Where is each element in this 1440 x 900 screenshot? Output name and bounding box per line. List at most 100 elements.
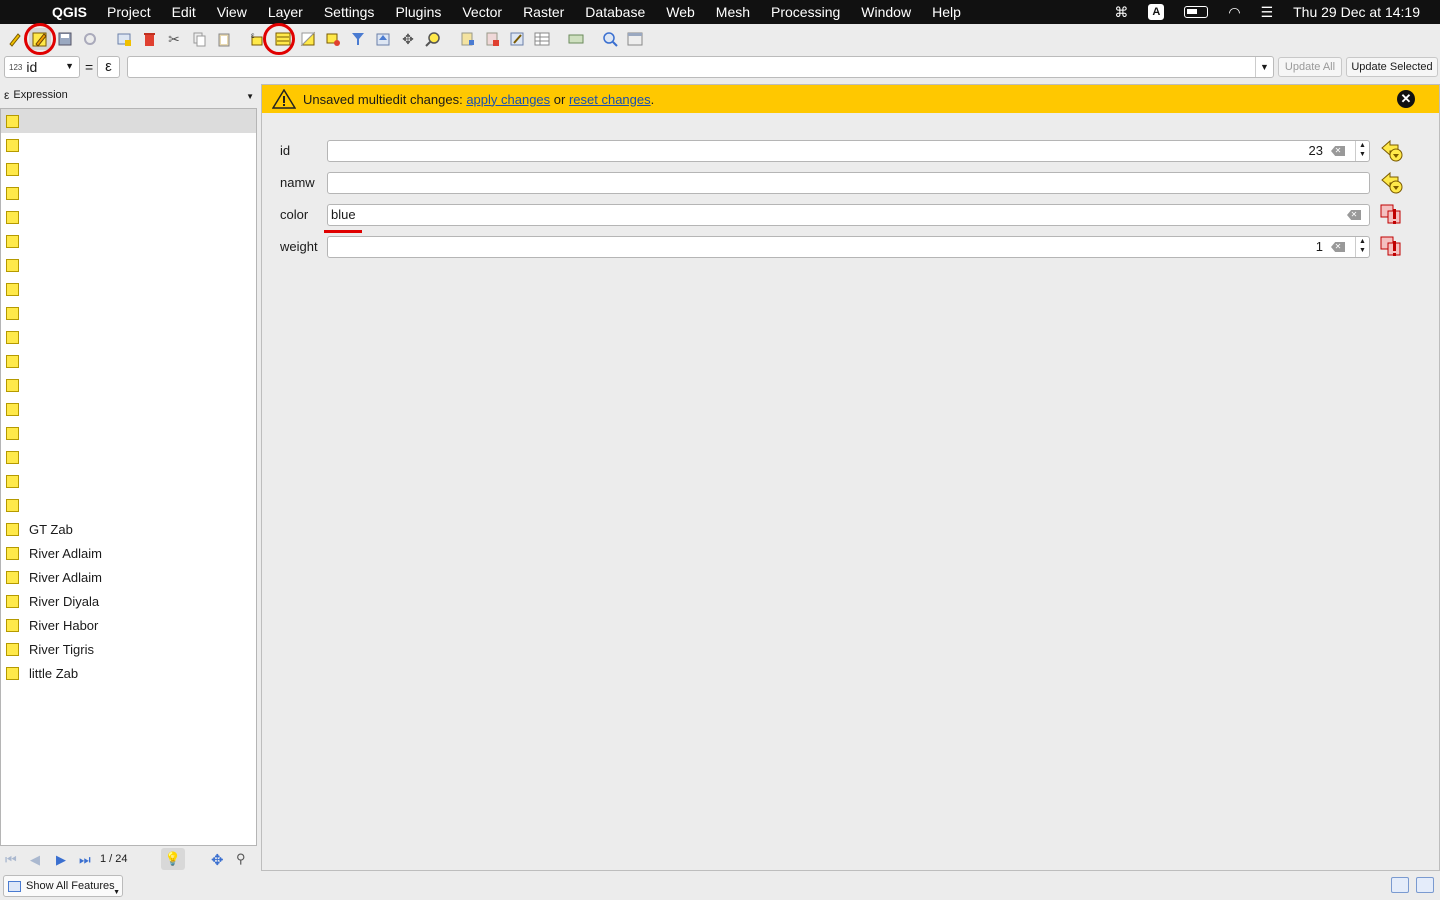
figma-icon[interactable]: ⌘: [1114, 4, 1128, 21]
id-spinbox[interactable]: 23 ✕ ▲ ▼: [327, 140, 1370, 162]
list-item[interactable]: River Tigris: [1, 637, 256, 661]
cut-icon[interactable]: ✂: [163, 28, 185, 50]
wifi-icon[interactable]: ◠: [1228, 4, 1240, 21]
list-item[interactable]: little Zab: [1, 661, 256, 685]
list-item[interactable]: [1, 325, 256, 349]
move-selection-to-top-icon[interactable]: [372, 28, 394, 50]
actions-icon[interactable]: [565, 28, 587, 50]
list-item[interactable]: [1, 109, 256, 133]
next-feature-icon[interactable]: ▶: [56, 852, 66, 868]
field-calculator-icon[interactable]: [506, 28, 528, 50]
chevron-down-icon[interactable]: ▼: [1255, 57, 1273, 77]
update-all-button[interactable]: Update All: [1278, 57, 1342, 77]
menu-project[interactable]: Project: [107, 4, 151, 20]
menu-settings[interactable]: Settings: [324, 4, 375, 20]
list-item[interactable]: [1, 349, 256, 373]
multi-edit-mixed-values-icon[interactable]: [1379, 170, 1405, 196]
list-item[interactable]: River Habor: [1, 613, 256, 637]
list-item[interactable]: [1, 445, 256, 469]
table-view-icon[interactable]: [1416, 877, 1434, 893]
input-source-indicator[interactable]: A: [1148, 4, 1165, 20]
spinner-arrows-icon[interactable]: ▲ ▼: [1355, 141, 1369, 161]
list-item[interactable]: [1, 157, 256, 181]
menu-plugins[interactable]: Plugins: [395, 4, 441, 20]
list-item[interactable]: [1, 205, 256, 229]
first-feature-icon[interactable]: ⏮: [5, 852, 17, 868]
delete-feature-icon[interactable]: [138, 28, 160, 50]
pan-to-feature-icon[interactable]: ✥: [211, 851, 224, 869]
close-icon[interactable]: ✕: [1397, 90, 1415, 108]
feature-list[interactable]: GT Zab River Adlaim River Adlaim River Diya…: [0, 108, 257, 846]
zoom-to-selection-icon[interactable]: [422, 28, 444, 50]
menu-window[interactable]: Window: [861, 4, 911, 20]
menu-help[interactable]: Help: [932, 4, 961, 20]
battery-icon[interactable]: [1184, 6, 1209, 18]
dock-attribute-table-icon[interactable]: [624, 28, 646, 50]
list-item[interactable]: [1, 373, 256, 397]
new-field-icon[interactable]: [456, 28, 478, 50]
list-item[interactable]: [1, 277, 256, 301]
clear-icon[interactable]: ✕: [1331, 146, 1345, 156]
paste-icon[interactable]: [213, 28, 235, 50]
app-menu[interactable]: QGIS: [52, 4, 87, 20]
menu-vector[interactable]: Vector: [462, 4, 502, 20]
apply-changes-link[interactable]: apply changes: [466, 92, 550, 107]
menu-edit[interactable]: Edit: [172, 4, 196, 20]
reset-changes-link[interactable]: reset changes: [569, 92, 651, 107]
display-expression-selector[interactable]: ε Expression ▼: [0, 84, 257, 106]
filter-selected-icon[interactable]: [347, 28, 369, 50]
pan-to-selection-icon[interactable]: ✥: [397, 28, 419, 50]
save-edits-icon[interactable]: [54, 28, 76, 50]
menu-web[interactable]: Web: [666, 4, 695, 20]
expression-builder-button[interactable]: ε: [97, 56, 120, 78]
list-item[interactable]: [1, 229, 256, 253]
multi-edit-changed-icon[interactable]: [1379, 202, 1405, 228]
clear-icon[interactable]: ✕: [1331, 242, 1345, 252]
list-item[interactable]: [1, 469, 256, 493]
clear-icon[interactable]: ✕: [1347, 210, 1361, 220]
expression-input[interactable]: ▼: [127, 56, 1274, 78]
delete-field-icon[interactable]: [481, 28, 503, 50]
zoom-to-feature-icon[interactable]: ⚲: [236, 851, 246, 867]
list-item[interactable]: [1, 133, 256, 157]
conditional-formatting-icon[interactable]: [531, 28, 553, 50]
invert-selection-icon[interactable]: [297, 28, 319, 50]
multi-edit-changed-icon[interactable]: [1379, 234, 1405, 260]
list-item[interactable]: [1, 397, 256, 421]
menu-database[interactable]: Database: [585, 4, 645, 20]
list-item[interactable]: River Diyala: [1, 589, 256, 613]
weight-spinbox[interactable]: 1 ✕ ▲ ▼: [327, 236, 1370, 258]
feature-filter-button[interactable]: Show All Features ▼: [3, 875, 123, 897]
multi-edit-mixed-values-icon[interactable]: [1379, 138, 1405, 164]
last-feature-icon[interactable]: ⏭: [79, 852, 91, 868]
clock[interactable]: Thu 29 Dec at 14:19: [1293, 4, 1420, 20]
menu-view[interactable]: View: [217, 4, 247, 20]
reload-icon[interactable]: [79, 28, 101, 50]
highlight-feature-icon[interactable]: 💡: [161, 848, 185, 870]
toggle-editing-icon[interactable]: [4, 28, 26, 50]
list-item[interactable]: [1, 301, 256, 325]
zoom-map-icon[interactable]: [599, 28, 621, 50]
form-view-icon[interactable]: [1391, 877, 1409, 893]
field-selector[interactable]: 123 id ▼: [4, 56, 80, 78]
copy-icon[interactable]: [188, 28, 210, 50]
menu-layer[interactable]: Layer: [268, 4, 303, 20]
spinner-arrows-icon[interactable]: ▲ ▼: [1355, 237, 1369, 257]
update-selected-button[interactable]: Update Selected: [1346, 57, 1438, 77]
list-item[interactable]: [1, 493, 256, 517]
menu-raster[interactable]: Raster: [523, 4, 564, 20]
control-center-icon[interactable]: ☰: [1261, 4, 1274, 21]
list-item[interactable]: GT Zab: [1, 517, 256, 541]
list-item[interactable]: [1, 421, 256, 445]
menu-processing[interactable]: Processing: [771, 4, 840, 20]
add-feature-icon[interactable]: [113, 28, 135, 50]
deselect-all-icon[interactable]: [322, 28, 344, 50]
menu-mesh[interactable]: Mesh: [716, 4, 750, 20]
list-item[interactable]: River Adlaim: [1, 541, 256, 565]
previous-feature-icon[interactable]: ◀: [30, 852, 40, 868]
list-item[interactable]: [1, 181, 256, 205]
list-item[interactable]: [1, 253, 256, 277]
namw-input[interactable]: [327, 172, 1370, 194]
list-item[interactable]: River Adlaim: [1, 565, 256, 589]
color-input[interactable]: blue ✕: [327, 204, 1370, 226]
